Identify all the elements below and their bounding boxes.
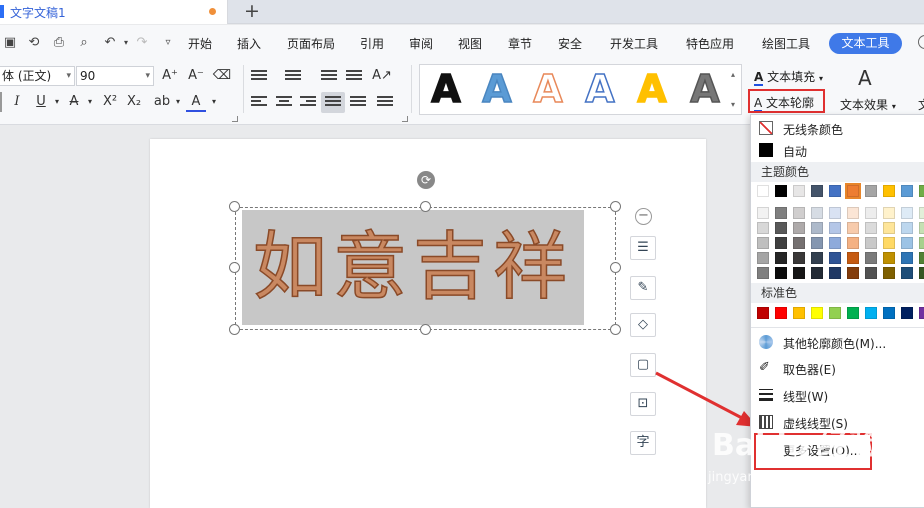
color-swatch[interactable] bbox=[865, 237, 877, 249]
color-swatch[interactable] bbox=[793, 252, 805, 264]
color-swatch[interactable] bbox=[847, 252, 859, 264]
color-swatch[interactable] bbox=[793, 237, 805, 249]
standard-colors-row bbox=[757, 307, 924, 321]
theme-colors-heading: 主题颜色 bbox=[751, 162, 924, 182]
color-swatch[interactable] bbox=[847, 207, 859, 219]
color-swatch[interactable] bbox=[811, 237, 823, 249]
more-outline-colors-item[interactable]: 其他轮廓颜色(M)... bbox=[751, 331, 924, 353]
theme-colors-shades bbox=[757, 207, 924, 279]
color-swatch[interactable] bbox=[829, 252, 841, 264]
color-swatch[interactable] bbox=[811, 267, 823, 279]
color-swatch[interactable] bbox=[775, 222, 787, 234]
color-swatch[interactable] bbox=[757, 252, 769, 264]
color-swatch[interactable] bbox=[757, 185, 769, 197]
color-swatch[interactable] bbox=[757, 237, 769, 249]
color-swatch[interactable] bbox=[757, 267, 769, 279]
color-swatch[interactable] bbox=[829, 222, 841, 234]
color-swatch[interactable] bbox=[883, 185, 895, 197]
color-swatch[interactable] bbox=[865, 207, 877, 219]
auto-color-item[interactable]: 自动 bbox=[751, 139, 924, 161]
color-swatch[interactable] bbox=[883, 222, 895, 234]
color-swatch[interactable] bbox=[811, 207, 823, 219]
color-swatch[interactable] bbox=[775, 267, 787, 279]
color-swatch[interactable] bbox=[919, 307, 924, 319]
color-swatch[interactable] bbox=[793, 267, 805, 279]
color-swatch[interactable] bbox=[775, 185, 787, 197]
more-outline-colors-label: 其他轮廓颜色(M)... bbox=[783, 337, 887, 351]
color-swatch[interactable] bbox=[865, 267, 877, 279]
color-wheel-icon bbox=[759, 335, 773, 349]
color-swatch[interactable] bbox=[865, 307, 877, 319]
line-weight-icon bbox=[759, 389, 773, 403]
theme-colors-row bbox=[757, 183, 924, 199]
color-swatch[interactable] bbox=[811, 252, 823, 264]
color-swatch[interactable] bbox=[883, 307, 895, 319]
color-swatch[interactable] bbox=[829, 237, 841, 249]
color-swatch[interactable] bbox=[901, 252, 913, 264]
color-swatch[interactable] bbox=[811, 307, 823, 319]
color-swatch[interactable] bbox=[901, 207, 913, 219]
color-swatch[interactable] bbox=[757, 307, 769, 319]
color-swatch[interactable] bbox=[793, 185, 805, 197]
standard-colors-heading: 标准色 bbox=[751, 283, 924, 303]
color-swatch[interactable] bbox=[793, 207, 805, 219]
eyedropper-item[interactable]: ✐ 取色器(E) bbox=[751, 357, 924, 379]
color-swatch[interactable] bbox=[775, 207, 787, 219]
line-type-label: 线型(W) bbox=[783, 390, 829, 404]
color-swatch[interactable] bbox=[829, 267, 841, 279]
divider bbox=[751, 327, 924, 328]
color-swatch[interactable] bbox=[847, 222, 859, 234]
color-swatch[interactable] bbox=[865, 185, 877, 197]
color-swatch[interactable] bbox=[793, 307, 805, 319]
eyedropper-label: 取色器(E) bbox=[783, 363, 836, 377]
color-swatch[interactable] bbox=[829, 307, 841, 319]
color-swatch[interactable] bbox=[775, 237, 787, 249]
auto-color-swatch bbox=[759, 143, 773, 157]
color-swatch[interactable] bbox=[883, 267, 895, 279]
no-color-icon bbox=[759, 121, 773, 135]
watermark-brand: Baidu 经验 bbox=[712, 428, 879, 463]
color-swatch[interactable] bbox=[829, 207, 841, 219]
color-swatch[interactable] bbox=[847, 237, 859, 249]
color-swatch[interactable] bbox=[919, 185, 924, 197]
color-swatch[interactable] bbox=[775, 307, 787, 319]
color-swatch[interactable] bbox=[847, 267, 859, 279]
color-swatch[interactable] bbox=[865, 222, 877, 234]
no-line-color-label: 无线条颜色 bbox=[783, 123, 844, 137]
color-swatch[interactable] bbox=[811, 185, 823, 197]
color-swatch[interactable] bbox=[883, 207, 895, 219]
color-swatch[interactable] bbox=[757, 207, 769, 219]
watermark-url: jingyan.baidu.com bbox=[708, 470, 828, 485]
color-swatch[interactable] bbox=[901, 222, 913, 234]
color-swatch[interactable] bbox=[775, 252, 787, 264]
color-swatch[interactable] bbox=[845, 183, 861, 199]
color-swatch[interactable] bbox=[901, 237, 913, 249]
color-swatch[interactable] bbox=[919, 222, 924, 234]
color-swatch[interactable] bbox=[865, 252, 877, 264]
no-line-color-item[interactable]: 无线条颜色 bbox=[751, 117, 924, 139]
auto-color-label: 自动 bbox=[783, 145, 808, 159]
color-swatch[interactable] bbox=[883, 252, 895, 264]
color-swatch[interactable] bbox=[919, 252, 924, 264]
color-swatch[interactable] bbox=[919, 237, 924, 249]
color-swatch[interactable] bbox=[847, 307, 859, 319]
color-swatch[interactable] bbox=[901, 307, 913, 319]
color-swatch[interactable] bbox=[793, 222, 805, 234]
color-swatch[interactable] bbox=[757, 222, 769, 234]
color-swatch[interactable] bbox=[919, 207, 924, 219]
line-type-item[interactable]: 线型(W) bbox=[751, 384, 924, 406]
color-swatch[interactable] bbox=[919, 267, 924, 279]
color-swatch[interactable] bbox=[901, 267, 913, 279]
color-swatch[interactable] bbox=[829, 185, 841, 197]
color-swatch[interactable] bbox=[883, 237, 895, 249]
color-swatch[interactable] bbox=[901, 185, 913, 197]
eyedropper-icon: ✐ bbox=[759, 360, 770, 375]
color-swatch[interactable] bbox=[811, 222, 823, 234]
